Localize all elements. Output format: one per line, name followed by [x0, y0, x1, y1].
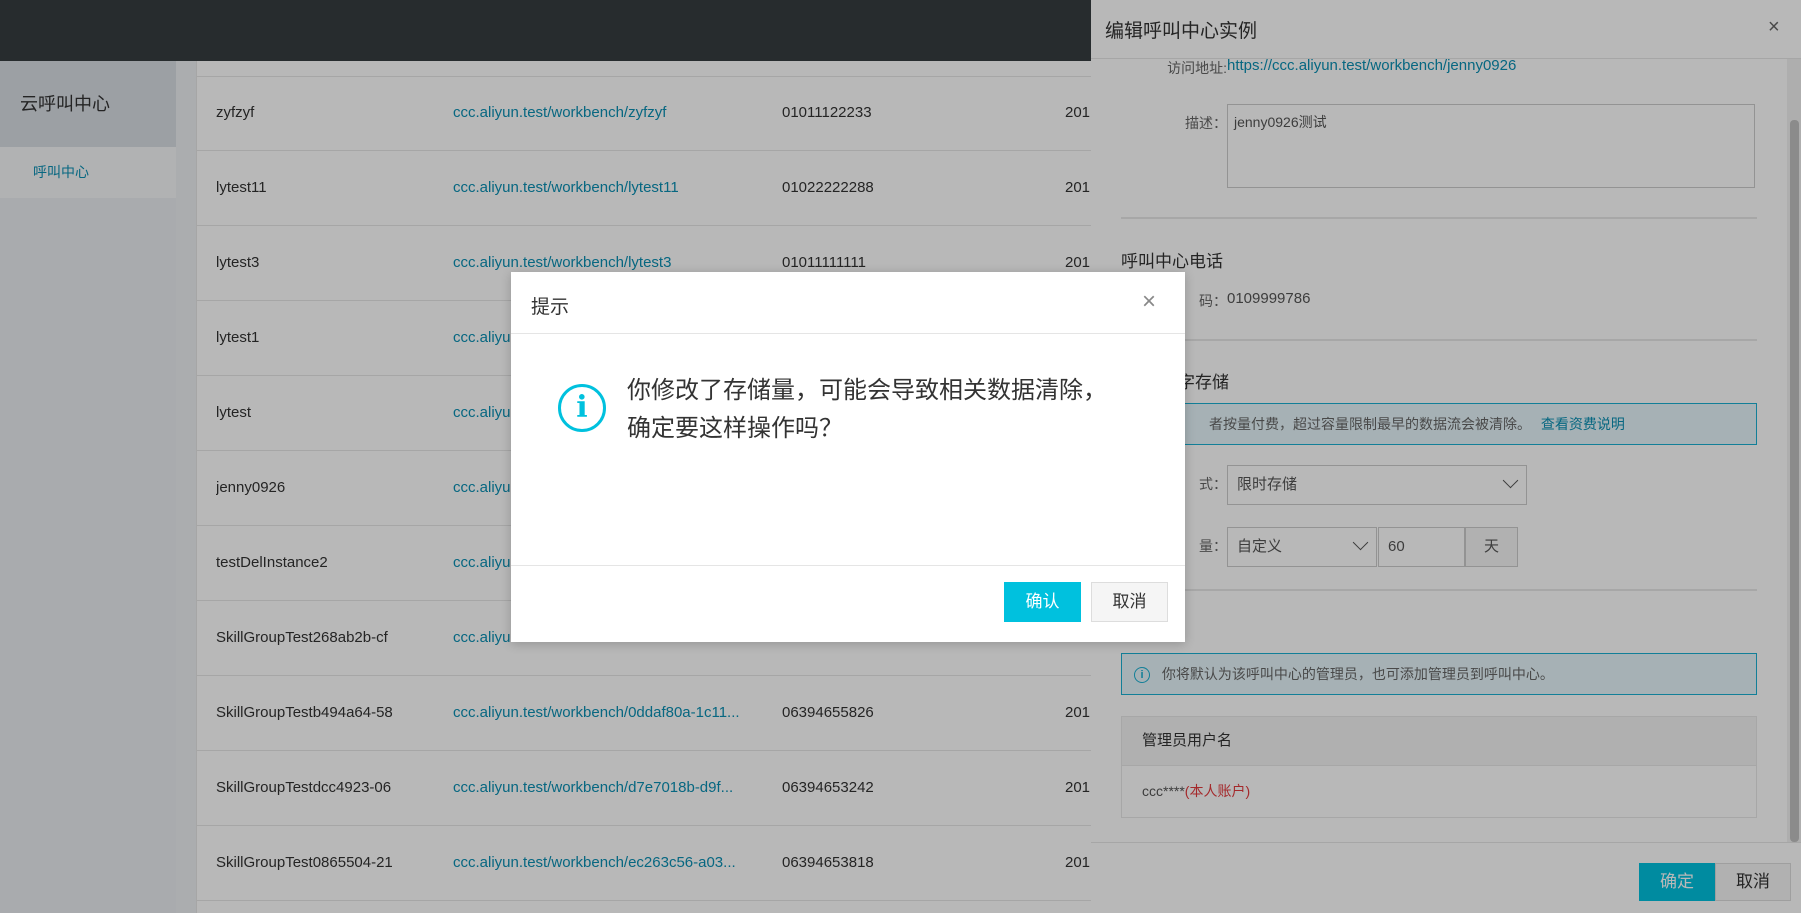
dialog-footer: 确认 取消 [511, 565, 1185, 643]
confirm-button[interactable]: 确认 [1004, 582, 1081, 622]
dialog-header: 提示 × [511, 272, 1185, 334]
cancel-button[interactable]: 取消 [1091, 582, 1168, 622]
dialog-message-line-1: 你修改了存储量，可能会导致相关数据清除， [627, 377, 1107, 404]
info-icon: i [558, 384, 606, 432]
dialog-message: 你修改了存储量，可能会导致相关数据清除， 确定要这样操作吗？ [627, 372, 1147, 448]
dialog-title: 提示 [531, 297, 570, 318]
confirm-dialog: 提示 × i 你修改了存储量，可能会导致相关数据清除， 确定要这样操作吗？ 确认… [511, 272, 1185, 642]
dialog-message-line-2: 确定要这样操作吗？ [627, 415, 843, 442]
close-icon[interactable]: × [1142, 290, 1156, 314]
